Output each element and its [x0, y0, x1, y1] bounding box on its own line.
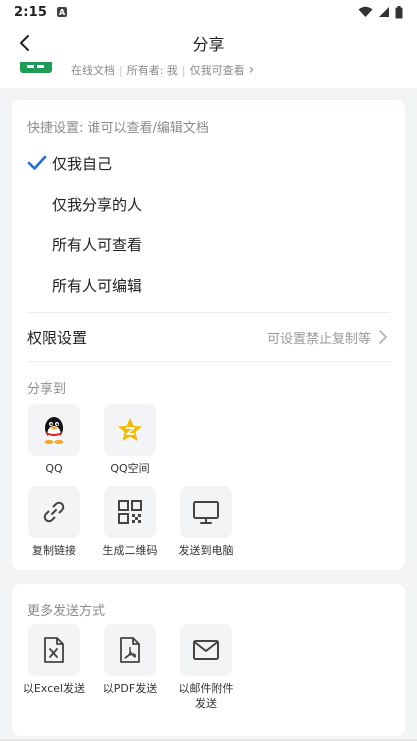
tile-box [28, 404, 80, 456]
qq-icon [44, 417, 64, 444]
more-send-card: 更多发送方式 以Excel发送 以PDF发送 以邮件附件发送 [12, 584, 405, 736]
option-shared-people[interactable]: 仅我分享的人 [12, 184, 405, 224]
meta-separator: | [181, 63, 186, 77]
quick-settings-label: 快捷设置: 谁可以查看/编辑文档 [27, 121, 209, 136]
qzone-icon [118, 418, 142, 441]
option-only-me[interactable]: 仅我自己 [12, 143, 405, 183]
permission-title: 权限设置 [27, 328, 88, 347]
spreadsheet-icon [20, 62, 52, 73]
send-pdf-button[interactable]: 以PDF发送 [92, 624, 168, 696]
copy-link-button[interactable]: 复制链接 [16, 486, 92, 558]
send-mail-attachment-button[interactable]: 以邮件附件发送 [168, 624, 244, 711]
status-time: 2:15 [14, 4, 48, 20]
permission-settings-row[interactable]: 权限设置 可设置禁止复制等 [12, 314, 405, 360]
link-icon [43, 501, 65, 523]
tile-box [104, 404, 156, 456]
back-arrow-icon [20, 35, 29, 51]
doc-meta[interactable]: 在线文档 | 所有者: 我 | 仅我可查看 › [71, 62, 254, 78]
permission-value: 可设置禁止复制等 [266, 331, 371, 347]
header: 分享 [0, 24, 417, 62]
more-send-label: 更多发送方式 [27, 604, 106, 619]
send-excel-button[interactable]: 以Excel发送 [16, 624, 92, 696]
divider [27, 312, 390, 313]
qrcode-icon [118, 500, 142, 524]
option-everyone-view[interactable]: 所有人可查看 [12, 224, 405, 264]
share-settings-card: 快捷设置: 谁可以查看/编辑文档 仅我自己 仅我分享的人 所有人可查看 所有人可… [12, 100, 405, 570]
option-label: 仅我自己 [52, 154, 113, 173]
document-info: 在线文档 | 所有者: 我 | 仅我可查看 › [0, 62, 417, 88]
tile-label: QQ空间 [110, 462, 150, 475]
excel-icon [44, 637, 64, 663]
send-to-computer-button[interactable]: 发送到电脑 [168, 486, 244, 558]
tile-box [104, 624, 156, 676]
generate-qrcode-button[interactable]: 生成二维码 [92, 486, 168, 558]
tile-box [104, 486, 156, 538]
tile-box [180, 624, 232, 676]
doc-type: 在线文档 [71, 64, 115, 77]
option-label: 仅我分享的人 [52, 195, 143, 214]
chevron-right-icon [379, 330, 387, 344]
doc-owner: 所有者: 我 [126, 64, 178, 77]
page-title: 分享 [192, 35, 225, 54]
tile-label: 以邮件附件发送 [178, 682, 234, 710]
tile-label: 以Excel发送 [22, 682, 86, 695]
signal-icon [379, 7, 389, 17]
battery-icon [395, 5, 403, 18]
back-button[interactable] [12, 30, 38, 56]
status-icons [358, 5, 403, 19]
meta-separator: | [119, 63, 123, 77]
doc-permission: 仅我可查看 [189, 64, 245, 77]
tile-label: 复制链接 [32, 544, 76, 557]
pdf-icon [120, 637, 140, 663]
divider [27, 361, 390, 362]
chevron-right-icon: › [248, 62, 255, 78]
status-bar: 2:15 A [0, 0, 417, 24]
option-label: 所有人可编辑 [52, 276, 143, 295]
share-qzone-button[interactable]: QQ空间 [92, 404, 168, 476]
mail-icon [193, 640, 219, 660]
option-label: 所有人可查看 [52, 235, 143, 254]
tile-box [28, 486, 80, 538]
tile-label: 以PDF发送 [102, 682, 158, 695]
wifi-icon [358, 6, 373, 17]
tile-label: 发送到电脑 [178, 544, 234, 557]
share-qq-button[interactable]: QQ [16, 404, 92, 476]
share-to-label: 分享到 [27, 382, 67, 397]
tile-label: QQ [45, 462, 63, 475]
checkmark-icon [27, 155, 47, 170]
option-everyone-edit[interactable]: 所有人可编辑 [12, 265, 405, 305]
tile-box [180, 486, 232, 538]
notification-icon: A [57, 7, 68, 17]
tile-box [28, 624, 80, 676]
tile-label: 生成二维码 [102, 544, 158, 557]
monitor-icon [193, 501, 219, 524]
